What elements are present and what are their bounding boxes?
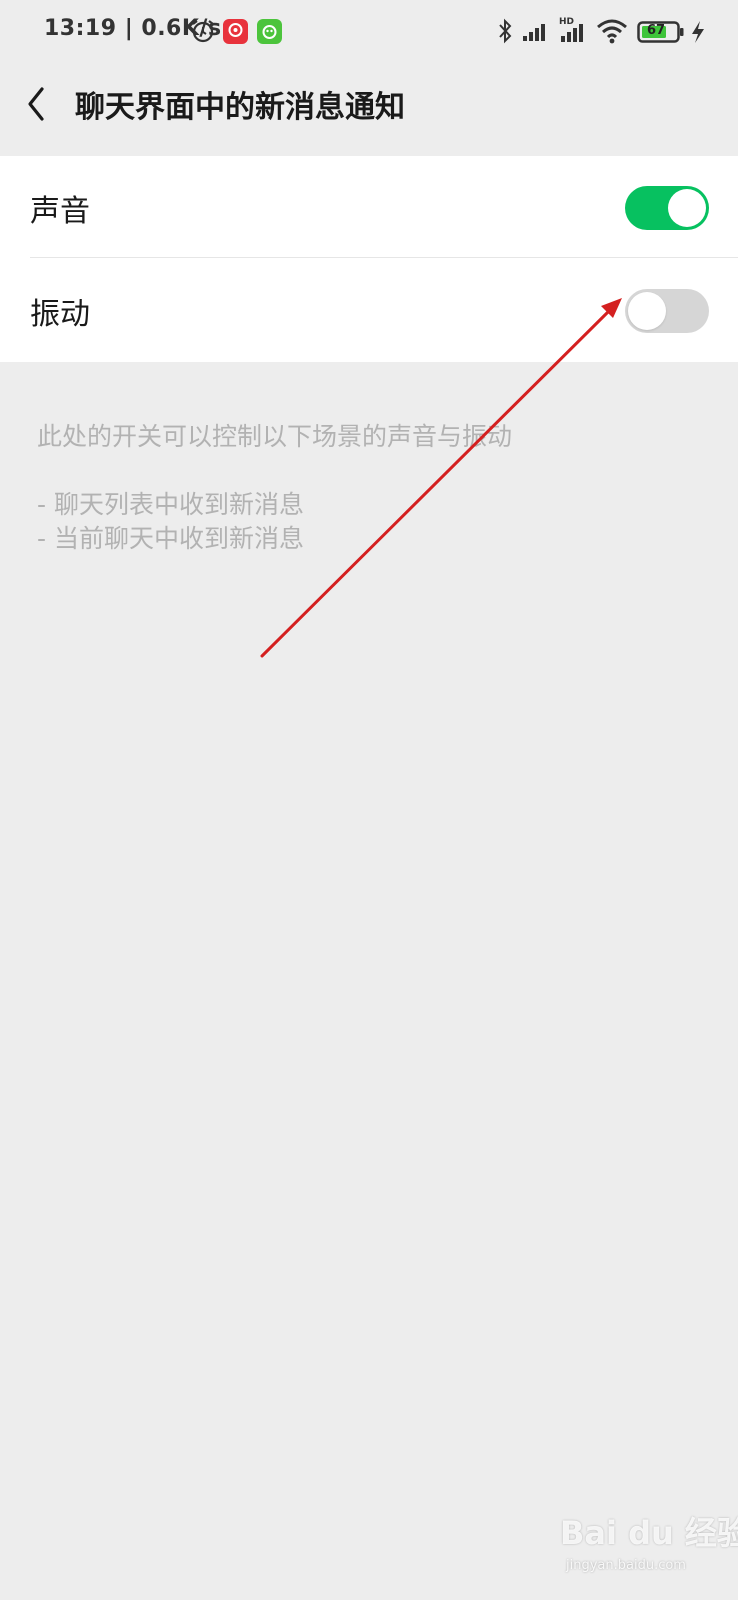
vibrate-toggle[interactable] [625,289,709,333]
description-item: - 聊天列表中收到新消息 [37,490,304,519]
chevron-left-icon [28,87,44,121]
hd-signal-icon: HD [558,15,590,47]
watermark-logo: Bai du 经验 [560,1514,738,1552]
alarm-icon [190,18,216,48]
toggle-knob [668,189,706,227]
charging-icon [690,20,706,48]
setting-row-sound[interactable]: 声音 [0,156,738,259]
setting-label-sound: 声音 [30,194,90,229]
status-bar: 13:19 | 0.6K/s HD 67 [0,0,738,66]
baidu-jingyan-watermark: Bai du 经验 jingyan.baidu.com [560,1508,738,1588]
svg-text:HD: HD [559,17,574,27]
bluetooth-icon [496,17,514,49]
watermark-url: jingyan.baidu.com [566,1558,686,1573]
netease-music-app-icon [223,19,248,44]
green-app-icon [257,19,282,44]
wifi-icon [596,18,628,48]
signal-icon [522,20,550,46]
page-title: 聊天界面中的新消息通知 [75,90,405,125]
setting-row-vibrate[interactable]: 振动 [0,259,738,362]
battery-level: 67 [646,23,666,38]
toggle-knob [628,292,666,330]
description: 此处的开关可以控制以下场景的声音与振动 - 聊天列表中收到新消息 - 当前聊天中… [37,420,512,556]
back-button[interactable] [20,76,60,126]
row-divider [30,257,738,258]
settings-card: 声音 振动 [0,156,738,362]
description-item: - 当前聊天中收到新消息 [37,524,304,553]
sound-toggle[interactable] [625,186,709,230]
header: 聊天界面中的新消息通知 [0,66,738,140]
description-intro: 此处的开关可以控制以下场景的声音与振动 [37,422,513,451]
setting-label-vibrate: 振动 [30,297,90,332]
